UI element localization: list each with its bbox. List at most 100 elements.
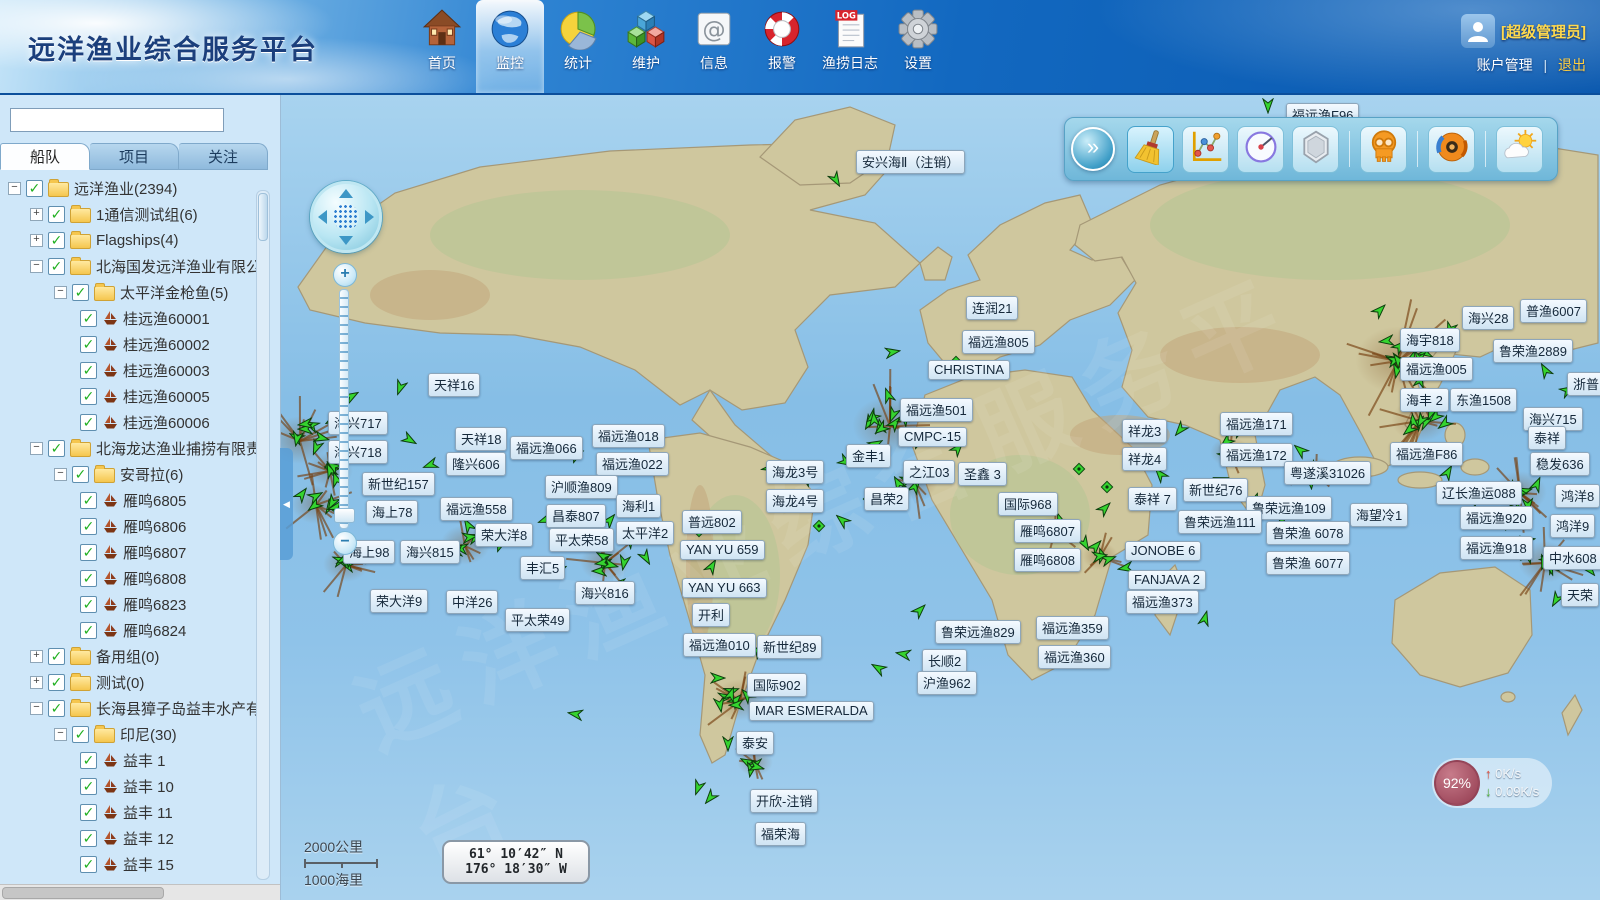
vessel-icon[interactable]	[720, 736, 736, 752]
tree-row[interactable]: ✓桂远渔60005	[2, 383, 256, 409]
vessel-label[interactable]: 国际902	[747, 673, 807, 697]
vessel-label[interactable]: 泰祥	[1528, 426, 1566, 450]
zoom-out-button[interactable]: −	[333, 531, 357, 555]
nav-item-home[interactable]: 首页	[408, 0, 476, 93]
vessel-label[interactable]: 天祥18	[455, 427, 507, 451]
vessel-label[interactable]: 福远渔918	[1460, 536, 1533, 560]
vessel-label[interactable]: 福远渔010	[683, 633, 756, 657]
vessel-label[interactable]: 连润21	[966, 296, 1018, 320]
checkbox-checked[interactable]: ✓	[48, 232, 65, 249]
vessel-label[interactable]: 之江03	[903, 460, 955, 484]
zoom-track[interactable]	[339, 289, 349, 529]
tree-row[interactable]: −✓远洋渔业(2394)	[2, 175, 256, 201]
vessel-label[interactable]: 海望冷1	[1350, 503, 1408, 527]
vessel-label[interactable]: 福远渔018	[592, 424, 665, 448]
vessel-label[interactable]: 中洋26	[446, 590, 498, 614]
tree-row[interactable]: +✓Flagships(4)	[2, 227, 256, 253]
vessel-label[interactable]: 天荣	[1561, 583, 1599, 607]
vessel-label[interactable]: 海龙3号	[766, 460, 824, 484]
nav-item-stats[interactable]: 统计	[544, 0, 612, 93]
vessel-label[interactable]: 沪顺渔809	[545, 475, 618, 499]
vessel-label[interactable]: 福远渔360	[1038, 645, 1111, 669]
tree-row[interactable]: ✓益丰 15	[2, 851, 256, 877]
checkbox-checked[interactable]: ✓	[80, 310, 97, 327]
vessel-diamond-icon[interactable]	[1100, 480, 1116, 496]
vessel-icon[interactable]	[710, 670, 726, 686]
checkbox-checked[interactable]: ✓	[80, 804, 97, 821]
checkbox-checked[interactable]: ✓	[48, 440, 65, 457]
vessel-label[interactable]: 新世纪157	[362, 472, 435, 496]
vessel-label[interactable]: 金丰1	[846, 444, 891, 468]
vessel-icon[interactable]	[865, 411, 882, 428]
vessel-label[interactable]: 海兴816	[575, 581, 635, 605]
vessel-label[interactable]: 福远渔171	[1220, 412, 1293, 436]
tree-row[interactable]: −✓长海县獐子岛益丰水产有	[2, 695, 256, 721]
pan-up-icon[interactable]	[339, 189, 353, 198]
tree-row[interactable]: ✓雁鸣6808	[2, 565, 256, 591]
vessel-icon[interactable]	[711, 696, 730, 715]
vessel-label[interactable]: 平太荣58	[549, 528, 614, 552]
vessel-label[interactable]: 鲁荣渔2889	[1493, 339, 1573, 363]
vessel-label[interactable]: 海丰 2	[1400, 388, 1449, 412]
vessel-label[interactable]: 鲁荣远渔829	[935, 620, 1021, 644]
checkbox-checked[interactable]: ✓	[80, 518, 97, 535]
vessel-icon[interactable]	[894, 645, 913, 664]
nav-item-settings[interactable]: 设置	[884, 0, 952, 93]
tree-row[interactable]: ✓桂远渔60001	[2, 305, 256, 331]
vessel-label[interactable]: 普远802	[682, 510, 742, 534]
measure-dial-button[interactable]	[1237, 126, 1284, 173]
collapse-node-icon[interactable]: −	[54, 468, 67, 481]
vessel-label[interactable]: 泰祥 7	[1128, 487, 1177, 511]
vessel-label[interactable]: 昌泰807	[546, 504, 606, 528]
collapse-node-icon[interactable]: −	[30, 260, 43, 273]
vessel-icon[interactable]	[566, 705, 585, 724]
vessel-label[interactable]: YAN YU 659	[680, 540, 765, 560]
tree-row[interactable]: ✓益丰 11	[2, 799, 256, 825]
collapse-node-icon[interactable]: −	[54, 286, 67, 299]
tree-row[interactable]: ✓雁鸣6805	[2, 487, 256, 513]
checkbox-checked[interactable]: ✓	[48, 648, 65, 665]
vessel-label[interactable]: 昌荣2	[864, 487, 909, 511]
vessel-label[interactable]: 雁鸣6807	[1014, 519, 1081, 543]
vessel-label[interactable]: YAN YU 663	[682, 578, 767, 598]
tree-row[interactable]: ✓益丰 1	[2, 747, 256, 773]
vessel-label[interactable]: 荣大洋9	[370, 589, 428, 613]
vessel-label[interactable]: MAR ESMERALDA	[749, 701, 874, 721]
vessel-icon[interactable]	[884, 343, 903, 362]
vessel-label[interactable]: 鸿洋8	[1555, 484, 1600, 508]
tree-row[interactable]: ✓桂远渔60003	[2, 357, 256, 383]
vessel-label[interactable]: 丰汇5	[520, 556, 565, 580]
vessel-label[interactable]: 福远渔066	[510, 436, 583, 460]
vessel-label[interactable]: 长顺2	[922, 649, 967, 673]
vessel-label[interactable]: 沪渔962	[917, 671, 977, 695]
collapse-node-icon[interactable]: −	[8, 182, 21, 195]
sidebar-tab-2[interactable]: 关注	[179, 143, 268, 170]
checkbox-checked[interactable]: ✓	[80, 752, 97, 769]
vessel-label[interactable]: 海利1	[616, 494, 661, 518]
vessel-label[interactable]: 福远渔558	[440, 497, 513, 521]
vessel-label[interactable]: 圣鑫 3	[958, 462, 1007, 486]
region-select-button[interactable]	[1292, 126, 1339, 173]
vessel-label[interactable]: 福远渔805	[962, 330, 1035, 354]
tree-row[interactable]: ✓雁鸣6806	[2, 513, 256, 539]
logout-link[interactable]: 退出	[1558, 57, 1586, 73]
horizontal-scrollbar-thumb[interactable]	[2, 887, 164, 899]
vertical-scrollbar[interactable]	[256, 190, 270, 880]
tree-row[interactable]: ✓桂远渔60006	[2, 409, 256, 435]
vessel-label[interactable]: 浙普	[1567, 372, 1600, 396]
vessel-label[interactable]: 泰安	[736, 731, 774, 755]
tree-row[interactable]: ✓益丰 12	[2, 825, 256, 851]
checkbox-checked[interactable]: ✓	[48, 674, 65, 691]
vessel-label[interactable]: 福远渔359	[1036, 616, 1109, 640]
checkbox-checked[interactable]: ✓	[72, 466, 89, 483]
vessel-label[interactable]: JONOBE 6	[1125, 541, 1201, 561]
vessel-label[interactable]: 稳发636	[1530, 452, 1590, 476]
checkbox-checked[interactable]: ✓	[80, 414, 97, 431]
search-input[interactable]	[10, 108, 224, 132]
vessel-label[interactable]: 隆兴606	[446, 452, 506, 476]
weather-button[interactable]	[1496, 126, 1543, 173]
checkbox-checked[interactable]: ✓	[80, 596, 97, 613]
checkbox-checked[interactable]: ✓	[80, 622, 97, 639]
vessel-label[interactable]: 福远渔005	[1400, 357, 1473, 381]
checkbox-checked[interactable]: ✓	[80, 492, 97, 509]
